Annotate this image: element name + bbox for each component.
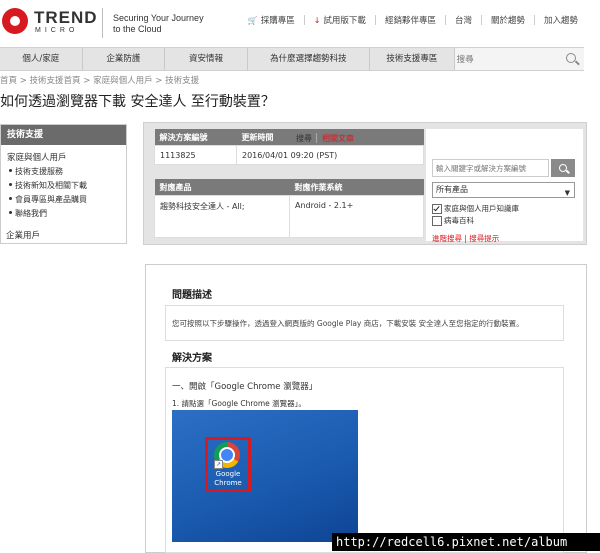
page-title: 如何透過瀏覽器下載 安全達人 至行動裝置？: [0, 94, 275, 110]
search-icon: [559, 164, 567, 172]
divider: [444, 15, 446, 25]
sidebar-group-home-users[interactable]: 家庭與個人用戶: [1, 151, 126, 163]
product-header: 對應產品: [154, 179, 290, 196]
breadcrumb-separator: >: [17, 76, 30, 86]
breadcrumb-support[interactable]: 技術支援: [165, 76, 199, 86]
checkbox-virus-encyclopedia[interactable]: 病毒百科: [432, 215, 474, 226]
solution-no-header: 解決方案編號: [154, 129, 237, 146]
utility-link-region[interactable]: 台灣: [455, 14, 472, 26]
main-nav: 個人/家庭 企業防護 資安情報 為什麼選擇趨勢科技 技術支援專區: [0, 47, 584, 71]
solution-heading: 解決方案: [172, 353, 212, 364]
search-icon[interactable]: [566, 53, 576, 63]
breadcrumb-separator: >: [80, 76, 94, 86]
problem-description: 您可按照以下步驟操作，透過登入網頁版的 Google Play 商店，下載安裝 …: [172, 319, 524, 328]
problem-heading: 問題描述: [172, 290, 212, 301]
desktop-screenshot: [172, 410, 358, 542]
product-select[interactable]: 所有產品 ▼: [432, 182, 575, 198]
sidebar: 技術支援 家庭與個人用戶 技術支援服務 技術新知及相關下載 會員專區與產品購買 …: [0, 124, 127, 244]
tab-search[interactable]: 搜尋: [296, 133, 312, 144]
step-1-1-text: 1. 請點選「Google Chrome 瀏覽器」。: [172, 399, 306, 408]
keyword-search-input[interactable]: [432, 159, 549, 177]
search-tips-link[interactable]: 搜尋提示: [469, 234, 499, 243]
tagline-line-1: Securing Your Journey: [113, 13, 204, 23]
breadcrumb-home[interactable]: 首頁: [0, 76, 17, 86]
brand-name[interactable]: TREND: [34, 9, 98, 26]
divider: [480, 15, 482, 25]
trend-micro-logo-icon[interactable]: [2, 8, 28, 34]
nav-item-why-trend[interactable]: 為什麼選擇趨勢科技: [248, 48, 371, 70]
sidebar-item-members[interactable]: 會員專區與產品購買: [1, 194, 126, 205]
checkbox-checked-icon[interactable]: [432, 203, 442, 214]
nav-search-input[interactable]: [454, 51, 559, 67]
nav-item-business[interactable]: 企業防護: [83, 48, 166, 70]
product-select-value: 所有產品: [436, 185, 468, 194]
nav-item-home[interactable]: 個人/家庭: [0, 48, 83, 70]
solution-info-table: 解決方案編號 更新時間 1113825 2016/04/01 09:20 (PS…: [154, 129, 424, 165]
breadcrumb-home-users[interactable]: 家庭與個人用戶: [93, 76, 153, 86]
nav-search: [454, 48, 584, 70]
divider: [374, 15, 376, 25]
solution-no-value: 1113825: [154, 145, 237, 165]
sidebar-heading: 技術支援: [1, 125, 126, 145]
utility-link-trial[interactable]: 試用版下載: [323, 14, 366, 26]
breadcrumb: 首頁 > 技術支援首頁 > 家庭與個人用戶 > 技術支援: [0, 74, 199, 86]
breadcrumb-separator: >: [152, 76, 166, 86]
download-icon: ↓: [313, 15, 321, 25]
advanced-search-link[interactable]: 進階搜尋: [432, 234, 462, 243]
divider: [303, 15, 305, 25]
brand-sub: MICRO: [35, 27, 79, 34]
breadcrumb-support-home[interactable]: 技術支援首頁: [30, 76, 81, 86]
checkbox-home-kb-label: 家庭與個人用戶知識庫: [444, 204, 519, 213]
checkbox-home-kb[interactable]: 家庭與個人用戶知識庫: [432, 203, 519, 214]
highlight-box: [205, 437, 251, 492]
search-links: 進階搜尋 | 搜尋提示: [432, 233, 499, 244]
step-1-title: 一、開啟「Google Chrome 瀏覽器」: [172, 382, 318, 392]
sidebar-item-downloads[interactable]: 技術新知及相關下載: [1, 180, 126, 191]
watermark: http://redcell6.pixnet.net/album: [332, 533, 600, 551]
utility-link-partner[interactable]: 經銷夥伴專區: [385, 14, 436, 26]
sidebar-item-enterprise[interactable]: 企業用戶: [6, 229, 40, 241]
checkbox-unchecked-icon[interactable]: [432, 215, 442, 226]
utility-link-purchase[interactable]: 採購專區: [261, 14, 295, 26]
os-header: 對應作業系統: [289, 179, 424, 196]
utility-link-careers[interactable]: 加入趨勢: [544, 14, 578, 26]
nav-item-security-intel[interactable]: 資安情報: [165, 48, 248, 70]
utility-link-about[interactable]: 關於趨勢: [491, 14, 525, 26]
chevron-down-icon: ▼: [564, 189, 570, 197]
sidebar-item-support-services[interactable]: 技術支援服務: [1, 166, 126, 177]
updated-value: 2016/04/01 09:20 (PST): [236, 145, 424, 165]
logo-divider: [102, 8, 103, 38]
tagline: Securing Your Journey to the Cloud: [113, 13, 213, 35]
nav-item-support[interactable]: 技術支援專區: [370, 48, 455, 70]
utility-nav: 🛒 採購專區 ↓ 試用版下載 經銷夥伴專區 台灣 關於趨勢 加入趨勢: [248, 14, 578, 26]
divider: [533, 15, 535, 25]
cart-icon: 🛒: [247, 15, 258, 25]
checkbox-virus-label: 病毒百科: [444, 216, 474, 225]
tagline-line-2: to the Cloud: [113, 24, 162, 34]
sidebar-item-contact[interactable]: 聯絡我們: [1, 208, 126, 219]
product-value: 趨勢科技安全達人 - All;: [154, 195, 290, 238]
product-info-table: 對應產品 對應作業系統 趨勢科技安全達人 - All; Android - 2.…: [154, 179, 424, 238]
tab-divider: [316, 133, 317, 143]
os-value: Android - 2.1+: [289, 195, 424, 238]
tab-related-articles[interactable]: 相關文章: [322, 133, 354, 144]
